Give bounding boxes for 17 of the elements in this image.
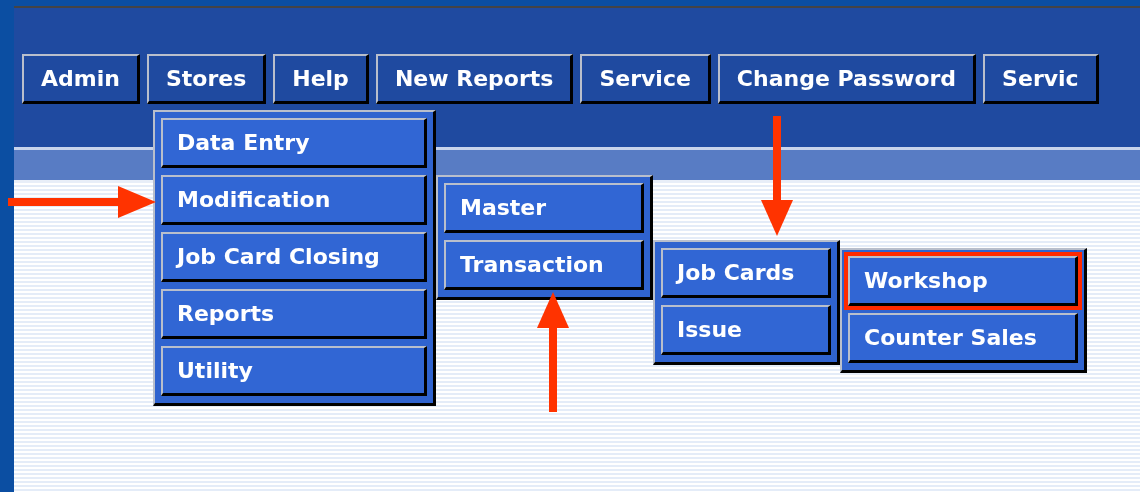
menu-item[interactable]: Reports [161, 289, 427, 339]
menu-bar-item[interactable]: Stores [146, 54, 267, 104]
menu-bar-item[interactable]: New Reports [375, 54, 574, 104]
menu-item[interactable]: Utility [161, 346, 427, 396]
menu-bar-item[interactable]: Servic [983, 54, 1099, 104]
menu-item[interactable]: Transaction [444, 240, 644, 290]
menu-item[interactable]: Job Cards [661, 248, 831, 298]
menu-bar-item[interactable]: Admin [22, 54, 140, 104]
menu-item[interactable]: Issue [661, 305, 831, 355]
menu-item[interactable]: Job Card Closing [161, 232, 427, 282]
menu-bar-item[interactable]: Change Password [717, 54, 977, 104]
menu-item[interactable]: Counter Sales [848, 313, 1078, 363]
menu-item[interactable]: Data Entry [161, 118, 427, 168]
menu-item[interactable]: Master [444, 183, 644, 233]
menu-item[interactable]: Modification [161, 175, 427, 225]
menu-bar-item[interactable]: Help [273, 54, 369, 104]
menu-bar-item[interactable]: Service [580, 54, 711, 104]
